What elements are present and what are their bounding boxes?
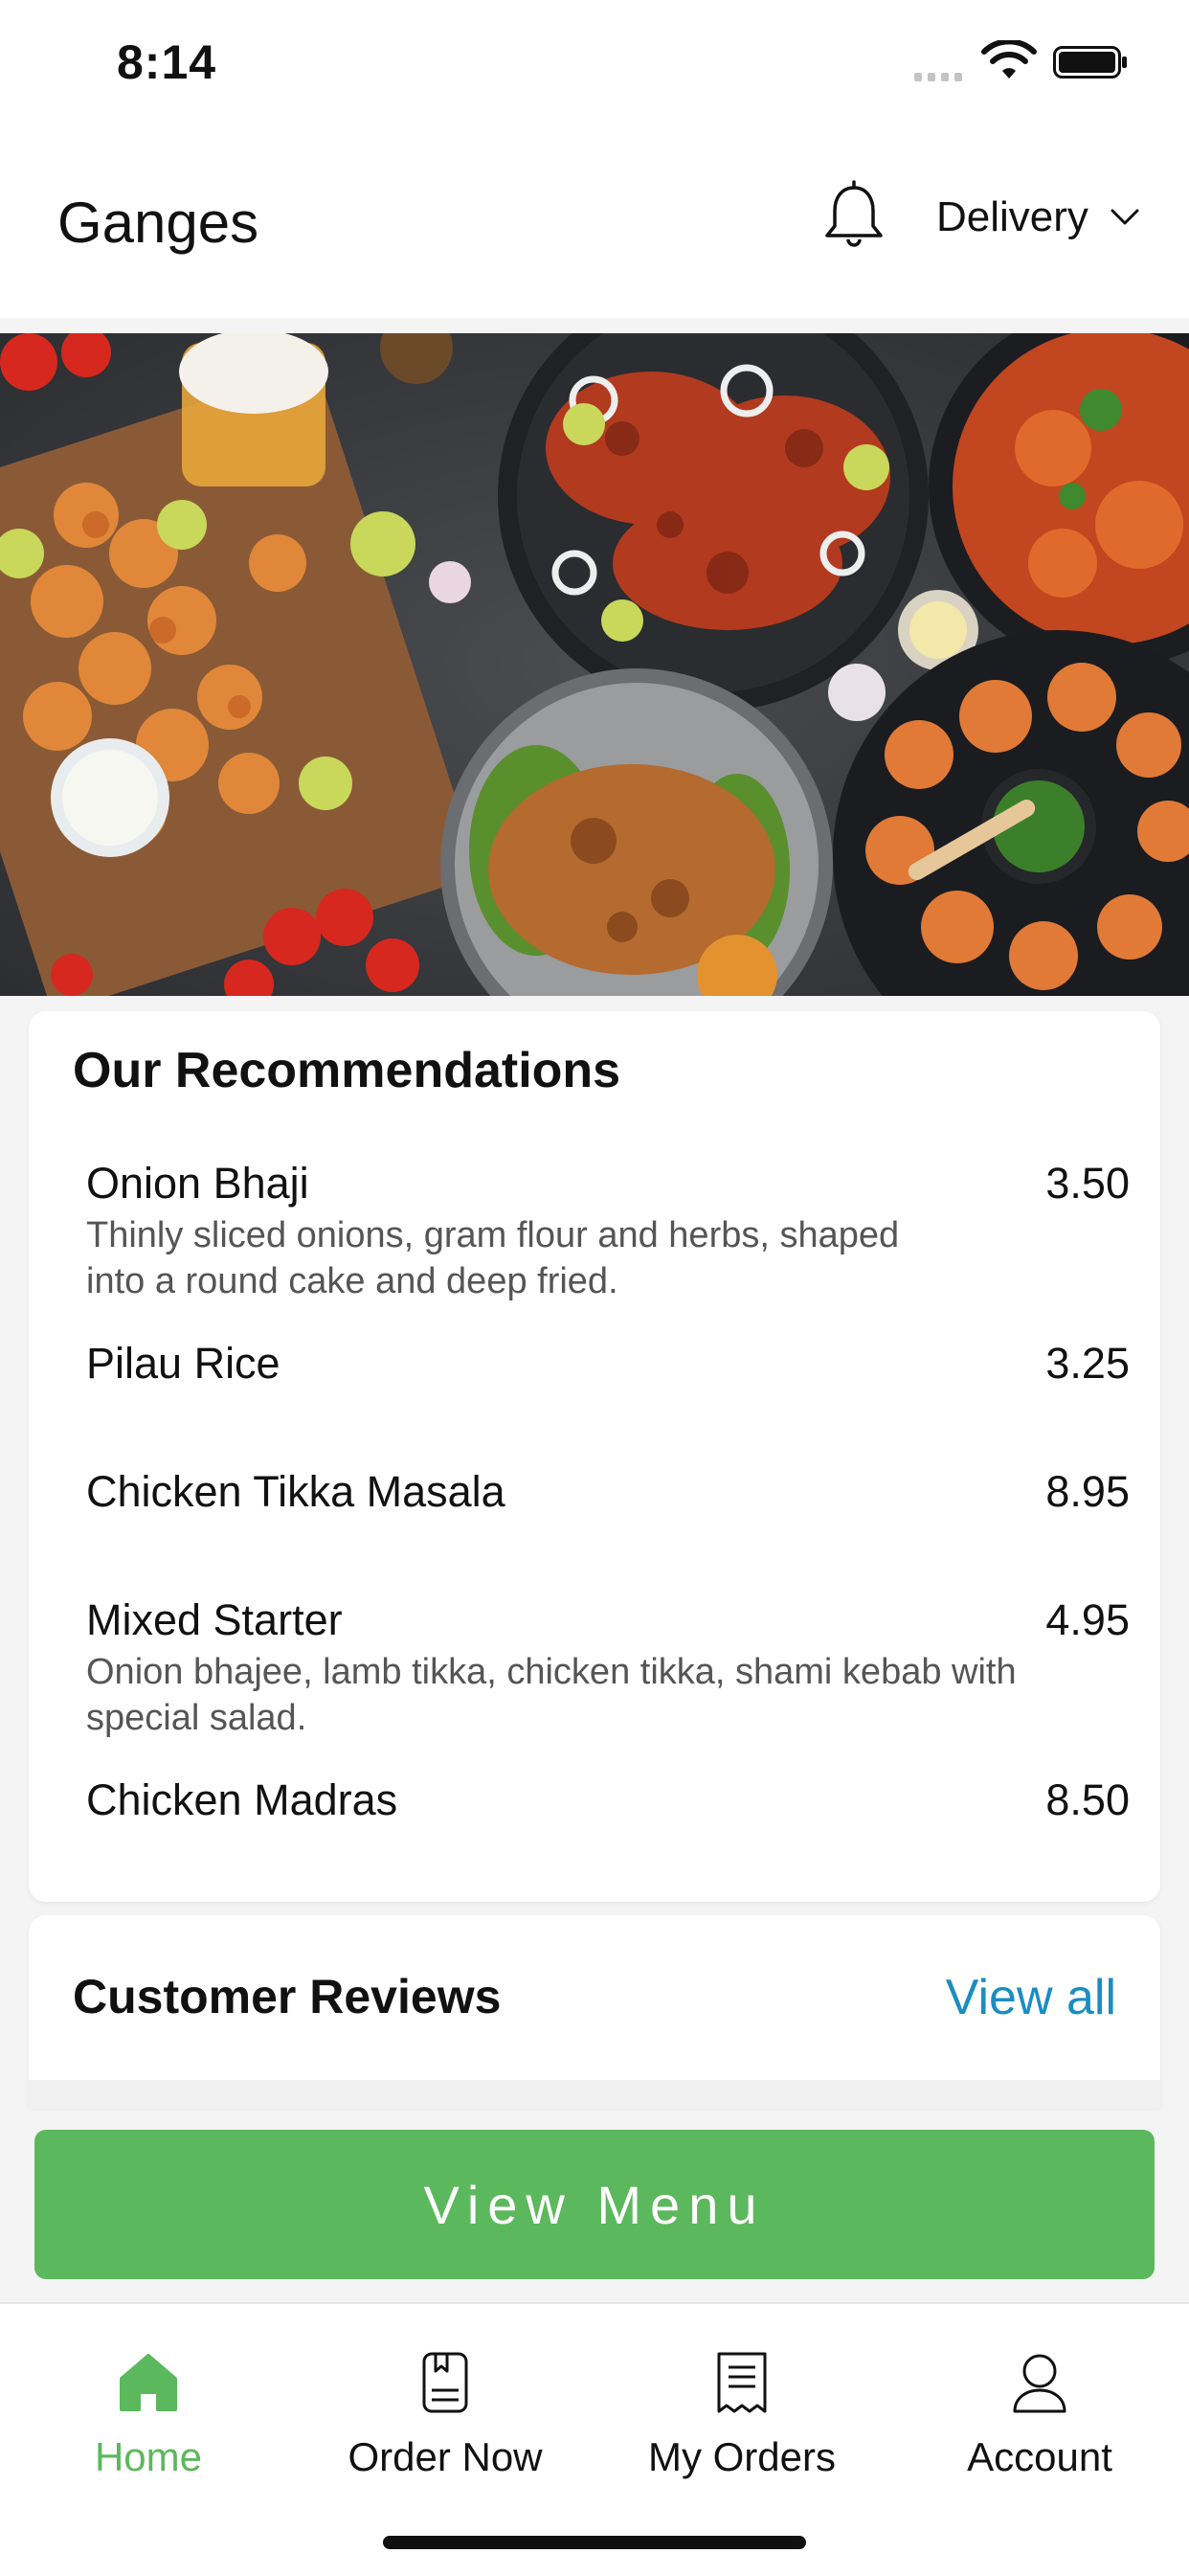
wifi-icon bbox=[981, 40, 1037, 79]
item-name: Mixed Starter bbox=[86, 1595, 343, 1644]
item-name: Chicken Tikka Masala bbox=[86, 1467, 505, 1516]
item-name: Onion Bhaji bbox=[86, 1159, 309, 1208]
battery-icon bbox=[1053, 46, 1127, 79]
tab-label: My Orders bbox=[647, 2434, 836, 2479]
item-price: 8.95 bbox=[1045, 1467, 1130, 1516]
item-price: 3.50 bbox=[1045, 1159, 1130, 1208]
view-all-reviews-link[interactable]: View all bbox=[946, 1969, 1116, 2026]
item-price: 8.50 bbox=[1045, 1775, 1130, 1824]
tab-home[interactable]: Home bbox=[5, 2348, 292, 2480]
bell-icon[interactable] bbox=[821, 180, 886, 253]
receipt-icon bbox=[717, 2352, 767, 2413]
status-bar: 8:14 bbox=[0, 0, 1189, 134]
status-time: 8:14 bbox=[117, 35, 217, 89]
recommendation-item[interactable]: Chicken Madras 8.50 bbox=[86, 1774, 1130, 1827]
app-title: Ganges bbox=[57, 191, 259, 255]
tab-label: Home bbox=[94, 2434, 203, 2479]
recommendation-item[interactable]: Pilau Rice 3.25 bbox=[86, 1337, 1130, 1390]
chevron-down-icon bbox=[1110, 209, 1139, 225]
recommendations-card: Our Recommendations Onion Bhaji 3.50 Thi… bbox=[29, 1011, 1160, 1902]
reviews-content-area bbox=[29, 2080, 1160, 2109]
view-menu-button[interactable]: View Menu bbox=[34, 2130, 1155, 2279]
item-name: Chicken Madras bbox=[86, 1775, 398, 1824]
item-name: Pilau Rice bbox=[86, 1339, 280, 1388]
tab-account[interactable]: Account bbox=[896, 2348, 1183, 2480]
app-header: Ganges Delivery bbox=[0, 134, 1189, 318]
order-mode-label: Delivery bbox=[936, 193, 1088, 240]
item-price: 4.95 bbox=[1045, 1595, 1130, 1644]
recommendations-title: Our Recommendations bbox=[73, 1043, 621, 1098]
tab-my-orders[interactable]: My Orders bbox=[598, 2348, 886, 2480]
home-indicator bbox=[383, 2536, 806, 2549]
item-description: Onion bhajee, lamb tikka, chicken tikka,… bbox=[86, 1652, 1017, 1738]
order-icon bbox=[422, 2352, 468, 2413]
user-icon bbox=[1013, 2354, 1066, 2413]
cellular-signal-icon bbox=[914, 73, 962, 81]
tab-order-now[interactable]: Order Now bbox=[302, 2348, 589, 2480]
recommendation-item[interactable]: Onion Bhaji 3.50 Thinly sliced onions, g… bbox=[86, 1157, 1130, 1304]
hero-food-image bbox=[0, 333, 1189, 996]
recommendation-item[interactable]: Mixed Starter 4.95 Onion bhajee, lamb ti… bbox=[86, 1593, 1130, 1741]
recommendation-item[interactable]: Chicken Tikka Masala 8.95 bbox=[86, 1465, 1130, 1519]
home-icon bbox=[120, 2354, 177, 2411]
tab-label: Account bbox=[967, 2434, 1112, 2479]
item-price: 3.25 bbox=[1045, 1339, 1130, 1388]
reviews-title: Customer Reviews bbox=[73, 1970, 502, 2023]
order-mode-selector[interactable]: Delivery bbox=[936, 193, 1140, 241]
customer-reviews-card: Customer Reviews View all bbox=[29, 1915, 1160, 2107]
tab-label: Order Now bbox=[348, 2434, 543, 2479]
item-description: Thinly sliced onions, gram flour and her… bbox=[86, 1215, 900, 1301]
